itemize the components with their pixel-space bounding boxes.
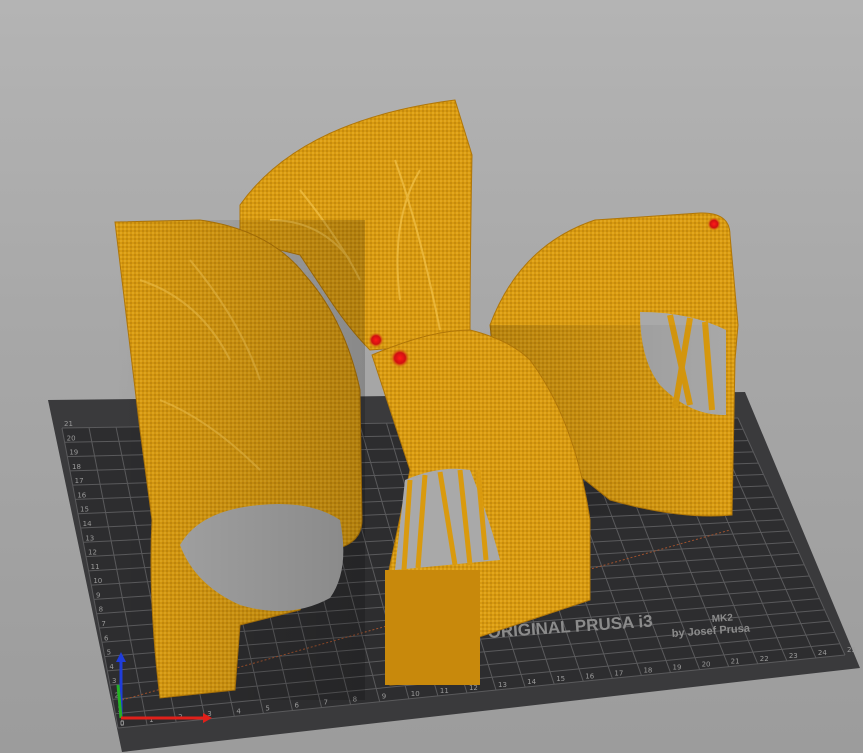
y-tick-label: 14 <box>83 520 92 528</box>
overhang-highlight <box>368 332 384 348</box>
x-tick-label: 22 <box>760 655 769 663</box>
x-tick-label: 14 <box>527 678 536 686</box>
y-tick-label: 6 <box>104 634 109 642</box>
x-tick-label: 18 <box>643 666 652 674</box>
x-tick-label: 10 <box>411 690 420 698</box>
y-tick-label: 19 <box>69 449 78 457</box>
x-tick-label: 16 <box>585 672 594 680</box>
y-tick-label: 17 <box>75 477 84 485</box>
x-tick-label: 6 <box>294 701 299 709</box>
x-tick-label: 23 <box>789 652 798 660</box>
x-tick-label: 17 <box>614 669 623 677</box>
y-tick-label: 13 <box>85 534 94 542</box>
x-tick-label: 15 <box>556 675 565 683</box>
x-tick-label: 9 <box>382 693 386 701</box>
x-tick-label: 5 <box>265 704 269 712</box>
y-tick-label: 11 <box>91 563 100 571</box>
x-tick-label: 19 <box>673 664 682 672</box>
overhang-highlight <box>707 217 721 231</box>
x-tick-label: 11 <box>440 687 449 695</box>
y-tick-label: 20 <box>67 434 76 442</box>
y-tick-label: 5 <box>107 649 111 657</box>
y-tick-label: 21 <box>64 420 73 428</box>
y-tick-label: 7 <box>101 620 105 628</box>
y-tick-label: 18 <box>72 463 81 471</box>
y-tick-label: 4 <box>109 663 114 671</box>
y-tick-label: 10 <box>93 577 102 585</box>
x-tick-label: 12 <box>469 684 478 692</box>
helmet-shell-left[interactable] <box>114 219 365 700</box>
y-tick-label: 16 <box>77 491 86 499</box>
y-tick-label: 8 <box>99 606 103 614</box>
y-tick-label: 9 <box>96 591 100 599</box>
overhang-highlight <box>390 348 410 368</box>
x-tick-label: 24 <box>818 649 827 657</box>
x-tick-label: 21 <box>731 658 740 666</box>
y-tick-label: 15 <box>80 506 89 514</box>
3d-viewport[interactable]: 0123456789101112131415161718192021222324… <box>0 0 863 753</box>
x-tick-label: 20 <box>702 661 711 669</box>
y-tick-label: 12 <box>88 549 97 557</box>
x-tick-label: 13 <box>498 681 507 689</box>
x-tick-label: 4 <box>236 707 241 715</box>
x-tick-label: 25 <box>847 646 856 654</box>
y-tick-label: 0 <box>120 720 124 728</box>
